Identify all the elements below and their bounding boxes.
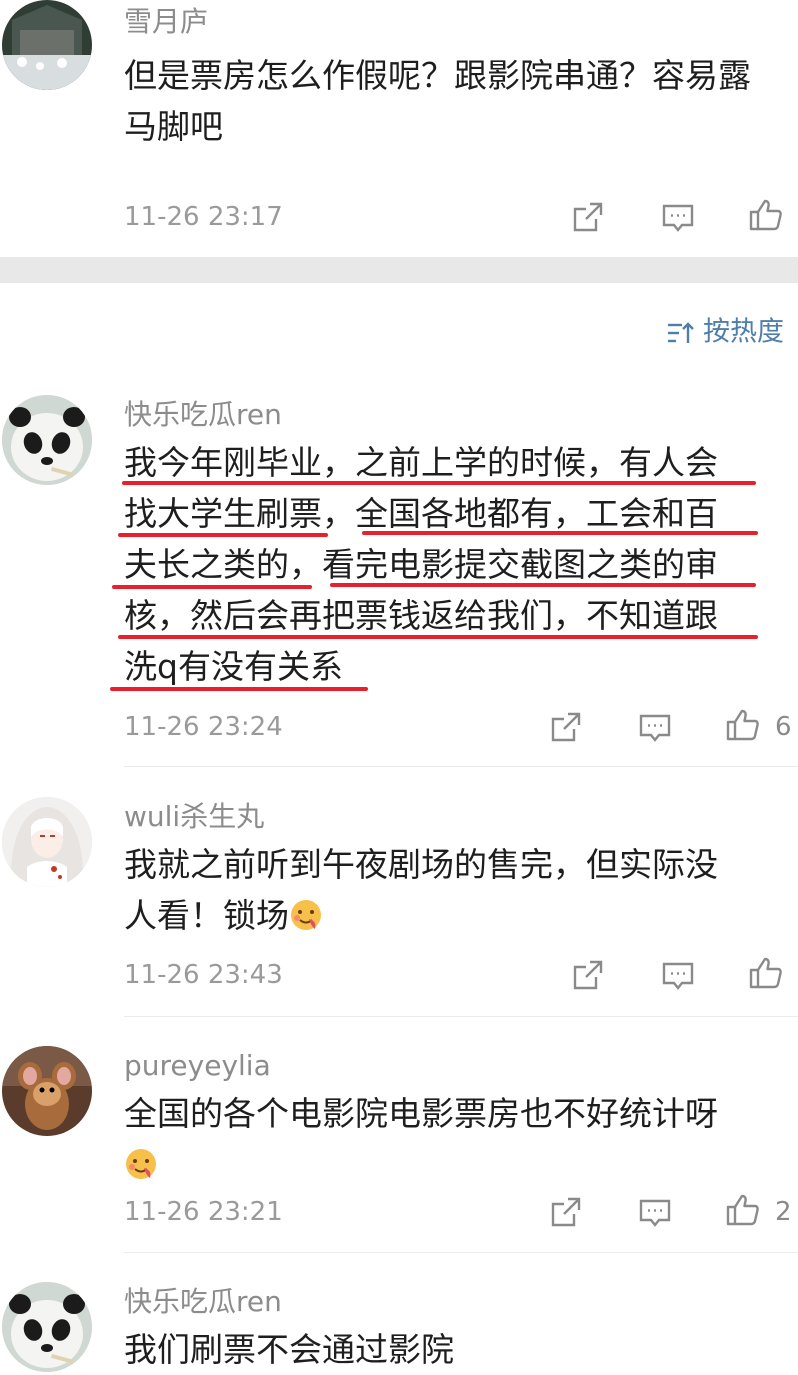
- comment-text-line: 我就之前听到午夜剧场的售完，但实际没: [124, 845, 718, 884]
- sort-toggle[interactable]: 按热度: [666, 314, 784, 351]
- share-icon[interactable]: [548, 709, 584, 745]
- comment-icon[interactable]: [660, 199, 696, 235]
- divider: [124, 1252, 798, 1253]
- username[interactable]: pureyeylia: [124, 1048, 271, 1084]
- timestamp: 11-26 23:24: [124, 712, 283, 742]
- like-count: 2: [775, 1197, 792, 1227]
- annotation-underline: [118, 635, 758, 639]
- timestamp: 11-26 23:17: [124, 202, 283, 232]
- comment-item: 快乐吃瓜ren 我们刷票不会通过影院: [0, 1282, 798, 1372]
- avatar[interactable]: [2, 395, 92, 485]
- comment-item: 雪月庐 但是票房怎么作假呢？跟影院串通？容易露 马脚吧 11-26 23:17: [0, 0, 798, 257]
- annotation-underline: [110, 687, 368, 691]
- avatar[interactable]: [2, 0, 92, 90]
- annotation-underline: [362, 531, 758, 535]
- comment-text-line: 但是票房怎么作假呢？跟影院串通？容易露: [124, 56, 751, 95]
- avatar[interactable]: [2, 1046, 92, 1136]
- thumbs-up-icon[interactable]: [725, 1192, 761, 1228]
- hot-face-emoji: [289, 895, 323, 930]
- timestamp: 11-26 23:43: [124, 960, 283, 990]
- comment-text-line: [124, 1139, 774, 1190]
- comment-text-line: 我们刷票不会通过影院: [124, 1330, 454, 1369]
- annotation-underline: [122, 481, 756, 485]
- comment-text: 我就之前听到午夜剧场的售完，但实际没 人看！锁场: [124, 839, 774, 941]
- avatar[interactable]: [2, 1282, 92, 1372]
- comment-text-line: 马脚吧: [124, 107, 223, 146]
- comment-text: 但是票房怎么作假呢？跟影院串通？容易露 马脚吧: [124, 50, 774, 152]
- avatar[interactable]: [2, 797, 92, 887]
- comment-text-line: 洗q有没有关系: [124, 647, 343, 686]
- comment-text: 全国的各个电影院电影票房也不好统计呀: [124, 1088, 774, 1190]
- divider: [124, 1016, 798, 1017]
- share-icon[interactable]: [548, 1194, 584, 1230]
- comment-text-line: 人看！锁场: [124, 890, 774, 941]
- comment-text-line: 全国的各个电影院电影票房也不好统计呀: [124, 1094, 718, 1133]
- share-icon[interactable]: [570, 957, 606, 993]
- thumbs-up-icon[interactable]: [748, 955, 784, 991]
- timestamp: 11-26 23:21: [124, 1197, 283, 1227]
- sort-label: 按热度: [703, 316, 784, 348]
- username[interactable]: wuli杀生丸: [124, 799, 264, 835]
- divider: [124, 766, 798, 767]
- annotation-underline: [330, 583, 756, 587]
- comment-icon[interactable]: [637, 1194, 673, 1230]
- thumbs-up-icon[interactable]: [725, 707, 761, 743]
- comment-text-line: 核，然后会再把票钱返给我们，不知道跟: [124, 596, 718, 635]
- sort-icon: [666, 317, 703, 348]
- username[interactable]: 快乐吃瓜ren: [124, 1284, 282, 1320]
- comment-icon[interactable]: [637, 709, 673, 745]
- annotation-underline: [118, 533, 328, 537]
- comment-icon[interactable]: [660, 957, 696, 993]
- annotation-underline: [112, 585, 312, 589]
- comment-item: wuli杀生丸 我就之前听到午夜剧场的售完，但实际没 人看！锁场 11-26 2…: [0, 797, 798, 1017]
- like-count: 6: [775, 712, 792, 742]
- comment-item: 快乐吃瓜ren 我今年刚毕业，之前上学的时候，有人会 找大学生刷票，全国各地都有…: [0, 395, 798, 767]
- username[interactable]: 雪月庐: [124, 4, 208, 40]
- comment-item: pureyeylia 全国的各个电影院电影票房也不好统计呀 11-26 23:2…: [0, 1046, 798, 1253]
- section-separator: [0, 257, 798, 283]
- comment-text: 我们刷票不会通过影院: [124, 1324, 774, 1375]
- comment-text: 我今年刚毕业，之前上学的时候，有人会 找大学生刷票，全国各地都有，工会和百 夫长…: [124, 437, 774, 692]
- share-icon[interactable]: [570, 199, 606, 235]
- hot-face-emoji: [124, 1144, 158, 1179]
- thumbs-up-icon[interactable]: [748, 197, 784, 233]
- username[interactable]: 快乐吃瓜ren: [124, 397, 282, 433]
